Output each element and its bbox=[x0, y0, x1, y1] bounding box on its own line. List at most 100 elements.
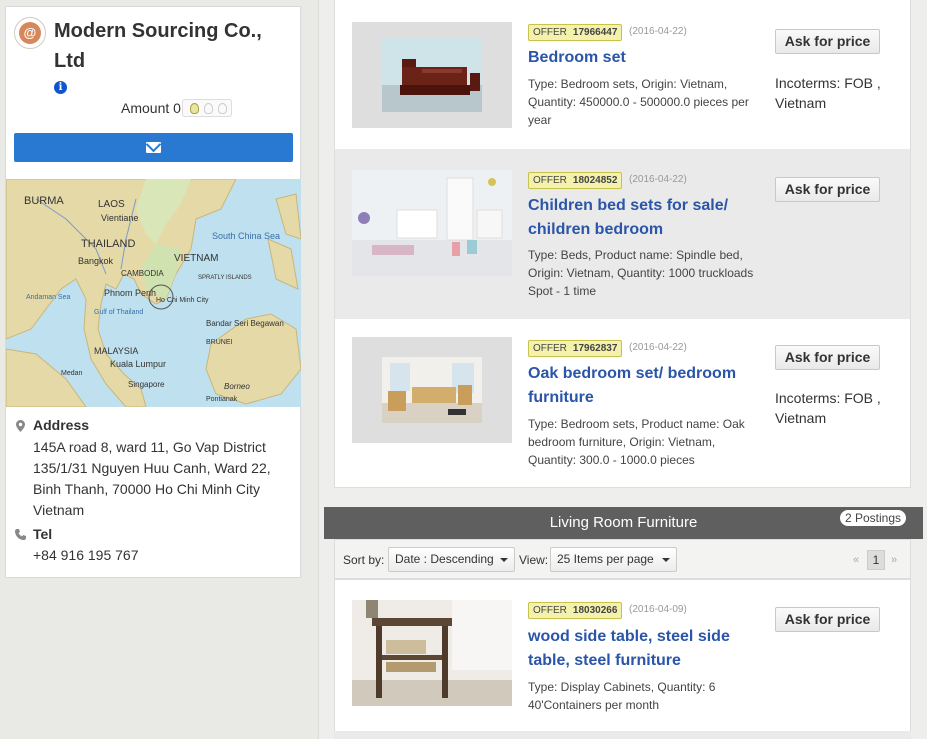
offer-id: 17966447 bbox=[572, 27, 618, 38]
address-line: Binh Thanh, 70000 Ho Chi Minh City bbox=[33, 481, 260, 497]
page-current[interactable]: 1 bbox=[867, 550, 885, 570]
map-label: SPRATLY ISLANDS bbox=[198, 275, 252, 281]
map-label: VIETNAM bbox=[174, 253, 218, 264]
offer-id: 18030266 bbox=[572, 605, 618, 616]
map-label: Ho Chi Minh City bbox=[156, 297, 209, 304]
page-prev[interactable]: « bbox=[853, 554, 859, 566]
offer-date: (2016-04-22) bbox=[629, 342, 687, 353]
product-title-line[interactable]: Bedroom set bbox=[528, 46, 768, 70]
sort-label: Sort by: bbox=[343, 553, 385, 567]
map-label: Pontianak bbox=[206, 396, 238, 403]
product-image[interactable] bbox=[352, 600, 512, 706]
product-image[interactable] bbox=[352, 170, 512, 276]
address-line: Vietnam bbox=[33, 502, 85, 518]
incoterms: Incoterms: FOB , Vietnam bbox=[775, 388, 905, 428]
product-title[interactable]: Bedroom set bbox=[528, 46, 768, 70]
product-image[interactable] bbox=[352, 337, 512, 443]
address-title: Address bbox=[33, 417, 90, 433]
desc-line: Type: Beds, Product name: Spindle bed, bbox=[528, 248, 743, 262]
contact-email-button[interactable] bbox=[14, 133, 293, 162]
offer-label: OFFER bbox=[533, 27, 567, 38]
info-icon[interactable]: i bbox=[54, 81, 67, 94]
map-label: Gulf of Thailand bbox=[94, 309, 143, 316]
ask-for-price-button[interactable]: Ask for price bbox=[775, 607, 880, 632]
location-map[interactable]: BURMA LAOS Vientiane THAILAND Bangkok CA… bbox=[6, 179, 301, 407]
map-label: Singapore bbox=[128, 380, 165, 389]
address-lines: 145A road 8, ward 11, Go Vap District 13… bbox=[33, 437, 295, 521]
product-title[interactable]: wood side table, steel side table, steel… bbox=[528, 625, 768, 673]
page-next[interactable]: » bbox=[891, 554, 897, 566]
product-description: Type: Display Cabinets, Quantity: 6 40'C… bbox=[528, 678, 768, 714]
tel-value[interactable]: +84 916 195 767 bbox=[33, 547, 139, 563]
product-description: Type: Bedroom sets, Product name: Oak be… bbox=[528, 415, 768, 469]
map-label: Kuala Lumpur bbox=[110, 359, 166, 369]
product-row: OFFER 18024852 (2016-04-22) Children bed … bbox=[335, 149, 910, 319]
chevron-down-icon bbox=[500, 558, 508, 562]
bulb-icon bbox=[204, 103, 213, 114]
product-title-line[interactable]: wood side table, steel side bbox=[528, 625, 768, 649]
section-title[interactable]: Living Room Furniture bbox=[324, 507, 923, 538]
map-label: MALAYSIA bbox=[94, 346, 138, 356]
product-title-line[interactable]: children bedroom bbox=[528, 218, 768, 242]
product-title-line[interactable]: table, steel furniture bbox=[528, 649, 768, 673]
product-title[interactable]: Children bed sets for sale/ children bed… bbox=[528, 194, 768, 242]
incoterms-line: Incoterms: FOB , bbox=[775, 390, 881, 406]
incoterms-line: Vietnam bbox=[775, 410, 827, 426]
desc-line: Type: Bedroom sets, Origin: Vietnam, bbox=[528, 77, 728, 91]
map-pin-icon bbox=[16, 420, 25, 432]
desc-line: Quantity: 450000.0 - 500000.0 pieces per bbox=[528, 95, 749, 109]
incoterms: Incoterms: FOB , Vietnam bbox=[775, 73, 905, 113]
product-image[interactable] bbox=[352, 22, 512, 128]
product-title-line[interactable]: furniture bbox=[528, 386, 768, 410]
offer-badge: OFFER 18024852 bbox=[528, 172, 623, 189]
logo-mark: @ bbox=[19, 22, 41, 44]
offer-label: OFFER bbox=[533, 343, 567, 354]
view-select[interactable]: 25 Items per page bbox=[550, 547, 677, 572]
ask-for-price-button[interactable]: Ask for price bbox=[775, 345, 880, 370]
ask-for-price-button[interactable]: Ask for price bbox=[775, 29, 880, 54]
bulb-icon bbox=[190, 103, 199, 114]
desc-line: Type: Display Cabinets, Quantity: 6 bbox=[528, 680, 716, 694]
map-label: Borneo bbox=[224, 382, 250, 391]
next-row-edge bbox=[334, 731, 911, 739]
sort-select[interactable]: Date : Descending bbox=[388, 547, 515, 572]
address-line: 135/1/31 Nguyen Huu Canh, Ward 22, bbox=[33, 460, 271, 476]
company-name[interactable]: Modern Sourcing Co., Ltd bbox=[54, 16, 294, 76]
product-title[interactable]: Oak bedroom set/ bedroom furniture bbox=[528, 362, 768, 410]
view-value: 25 Items per page bbox=[557, 552, 654, 566]
offer-date: (2016-04-22) bbox=[629, 26, 687, 37]
desc-line: Type: Bedroom sets, Product name: Oak bbox=[528, 417, 745, 431]
map-label: BRUNEI bbox=[206, 339, 233, 346]
product-title-line[interactable]: Oak bedroom set/ bedroom bbox=[528, 362, 768, 386]
product-description: Type: Beds, Product name: Spindle bed, O… bbox=[528, 246, 768, 300]
section-header-living-room: Living Room Furniture 2 Postings bbox=[324, 507, 923, 539]
living-room-product-list: OFFER 18030266 (2016-04-09) wood side tab… bbox=[334, 579, 911, 739]
offer-badge: OFFER 17966447 bbox=[528, 24, 623, 41]
view-label: View: bbox=[519, 553, 549, 567]
desc-line: year bbox=[528, 113, 552, 127]
map-label: Andaman Sea bbox=[26, 294, 70, 301]
product-description: Type: Bedroom sets, Origin: Vietnam, Qua… bbox=[528, 75, 768, 129]
offer-date: (2016-04-09) bbox=[629, 604, 687, 615]
offer-label: OFFER bbox=[533, 605, 567, 616]
sort-value: Date : Descending bbox=[395, 552, 494, 566]
desc-line: 40'Containers per month bbox=[528, 698, 660, 712]
map-label: Bandar Seri Begawan bbox=[206, 319, 284, 328]
product-title-line[interactable]: Children bed sets for sale/ bbox=[528, 194, 768, 218]
rating-badges bbox=[182, 99, 232, 117]
chevron-down-icon bbox=[662, 558, 670, 562]
address-line: 145A road 8, ward 11, Go Vap District bbox=[33, 439, 266, 455]
incoterms-line: Incoterms: FOB , bbox=[775, 75, 881, 91]
product-list: OFFER 17966447 (2016-04-22) Bedroom set T… bbox=[334, 0, 911, 488]
company-card: @ Modern Sourcing Co., Ltd i Amount 0 BU… bbox=[5, 6, 301, 578]
map-label: CAMBODIA bbox=[121, 269, 164, 278]
map-label: South China Sea bbox=[212, 231, 280, 241]
offer-id: 18024852 bbox=[572, 175, 618, 186]
product-row: OFFER 18030266 (2016-04-09) wood side tab… bbox=[335, 580, 910, 730]
offer-id: 17962837 bbox=[572, 343, 618, 354]
tel-title: Tel bbox=[33, 526, 53, 542]
incoterms-line: Vietnam bbox=[775, 95, 827, 111]
ask-for-price-button[interactable]: Ask for price bbox=[775, 177, 880, 202]
bulb-icon bbox=[218, 103, 227, 114]
phone-icon bbox=[15, 529, 26, 540]
